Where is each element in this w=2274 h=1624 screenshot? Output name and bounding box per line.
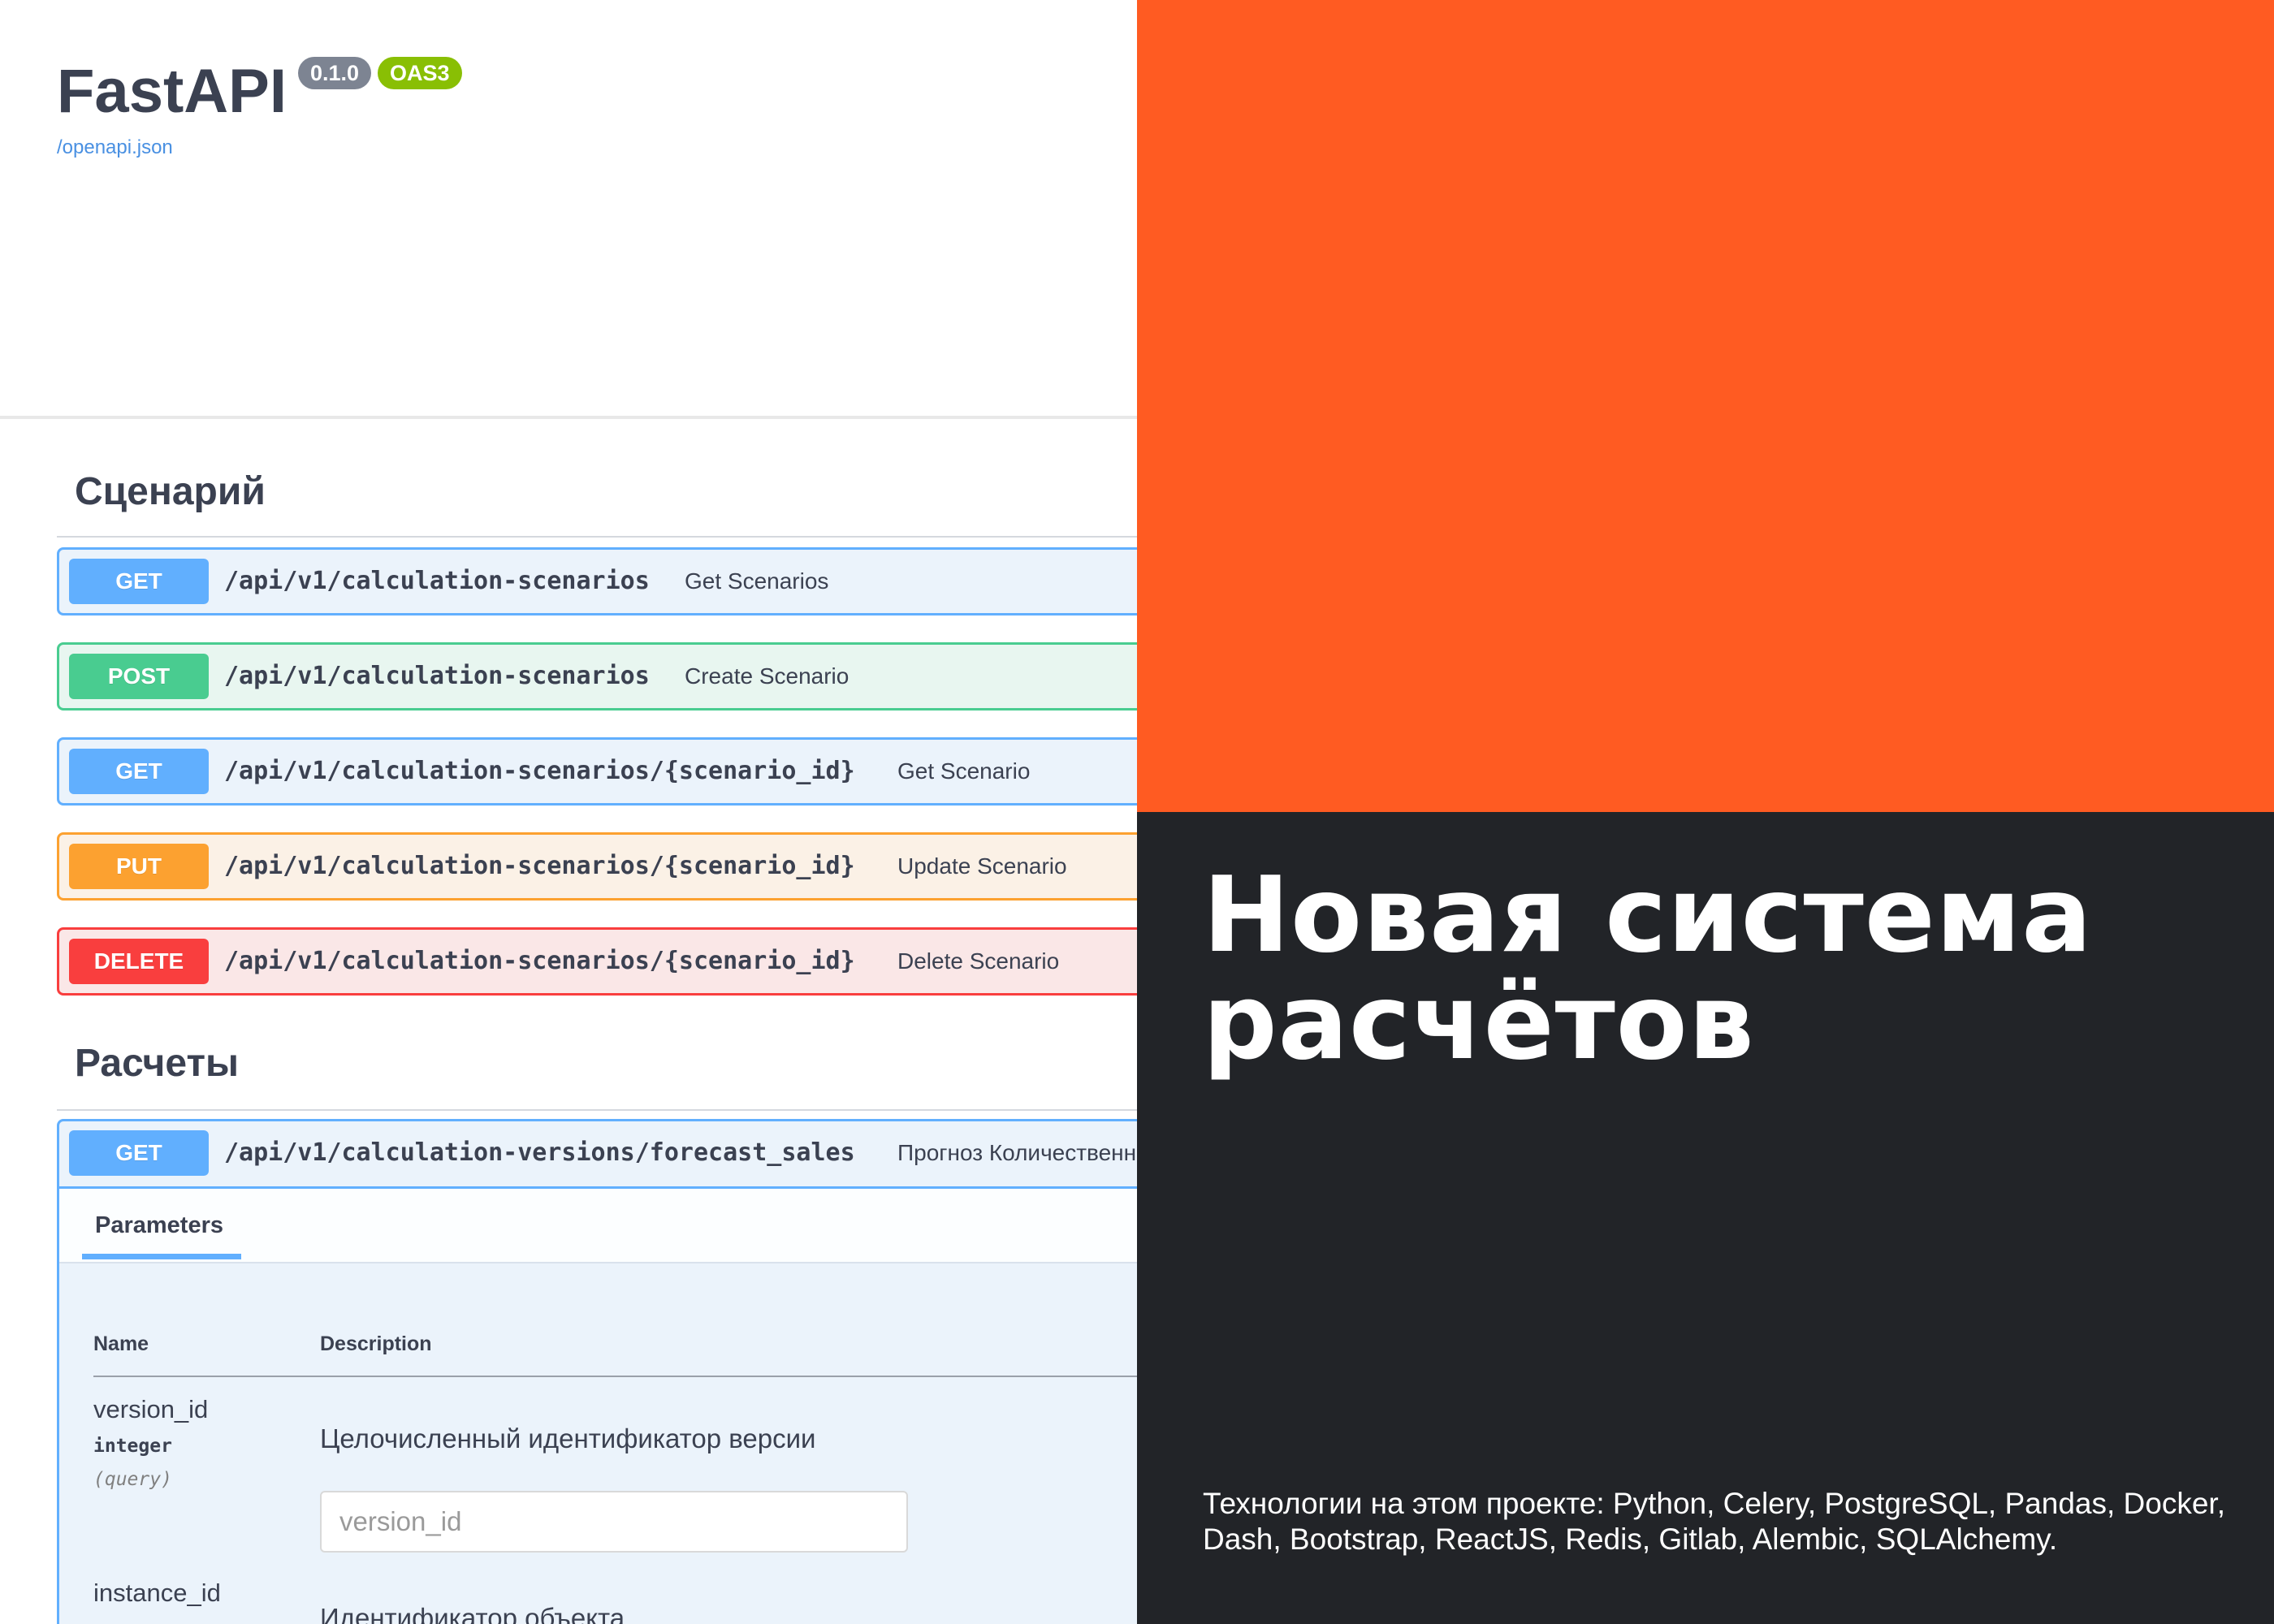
section-divider [57, 536, 1137, 538]
api-title: FastAPI [57, 57, 287, 126]
operation-delete-scenario[interactable]: DELETE /api/v1/calculation-scenarios/{sc… [57, 927, 1137, 996]
swagger-ui-panel: FastAPI 0.1.0 OAS3 /openapi.json Сценарий … [0, 0, 1137, 1624]
operation-get-scenarios[interactable]: GET /api/v1/calculation-scenarios Get Sc… [57, 547, 1137, 615]
method-badge: GET [69, 749, 209, 794]
operation-path: /api/v1/calculation-scenarios/{scenario_… [224, 852, 855, 880]
param-name: version_id [93, 1395, 209, 1423]
headline-line-1: Новая система [1203, 855, 2093, 976]
header-divider [0, 416, 1137, 419]
headline-line-2: расчётов [1203, 962, 1755, 1083]
param-description: Идентификатор объекта [320, 1603, 625, 1624]
operation-summary: Прогноз Количественне [897, 1140, 1137, 1165]
operation-path: /api/v1/calculation-scenarios/{scenario_… [224, 757, 855, 785]
version-id-input[interactable]: version_id [320, 1491, 908, 1553]
section-divider [57, 1109, 1137, 1111]
openapi-json-link[interactable]: /openapi.json [57, 136, 173, 159]
operation-forecast-sales-header[interactable]: GET /api/v1/calculation-versions/forecas… [59, 1121, 1137, 1186]
operation-summary: Get Scenarios [685, 568, 829, 594]
operation-summary: Delete Scenario [897, 948, 1060, 974]
column-header-name: Name [93, 1332, 149, 1355]
column-header-description: Description [320, 1332, 432, 1355]
operation-summary: Create Scenario [685, 663, 850, 689]
method-badge: DELETE [69, 939, 209, 984]
operation-create-scenario[interactable]: POST /api/v1/calculation-scenarios Creat… [57, 642, 1137, 710]
active-tab-indicator [82, 1254, 241, 1259]
column-header-divider [93, 1376, 1137, 1377]
param-description: Целочисленный идентификатор версии [320, 1423, 816, 1453]
tab-divider [59, 1262, 1137, 1263]
promo-panel: Новая система расчётов Технологии на это… [1137, 812, 2274, 1624]
operation-path: /api/v1/calculation-scenarios [224, 567, 650, 595]
operation-forecast-sales-expanded: GET /api/v1/calculation-versions/forecas… [57, 1119, 1137, 1624]
method-badge: PUT [69, 844, 209, 889]
orange-accent-panel [1137, 0, 2274, 812]
param-name: instance_id [93, 1579, 221, 1607]
operation-path: /api/v1/calculation-scenarios/{scenario_… [224, 947, 855, 975]
operation-summary: Update Scenario [897, 853, 1067, 879]
method-badge: GET [69, 1130, 209, 1176]
promo-headline: Новая система расчётов [1203, 862, 2259, 1077]
param-location: (query) [93, 1469, 172, 1490]
operation-path: /api/v1/calculation-scenarios [224, 662, 650, 690]
section-title-calculations[interactable]: Расчеты [75, 1041, 239, 1086]
oas-badge: OAS3 [378, 57, 462, 89]
operation-path: /api/v1/calculation-versions/forecast_sa… [224, 1138, 855, 1167]
section-title-scenario[interactable]: Сценарий [75, 469, 266, 514]
api-info-header: FastAPI 0.1.0 OAS3 [57, 57, 462, 123]
technologies-text: Технологии на этом проекте: Python, Cele… [1203, 1487, 2225, 1556]
operation-summary: Get Scenario [897, 758, 1031, 784]
param-type: integer [93, 1436, 172, 1457]
tab-parameters[interactable]: Parameters [95, 1189, 249, 1262]
method-badge: POST [69, 654, 209, 699]
operation-get-scenario[interactable]: GET /api/v1/calculation-scenarios/{scena… [57, 737, 1137, 806]
method-badge: GET [69, 559, 209, 604]
parameters-tab-bar: Parameters [59, 1189, 1137, 1262]
version-badge: 0.1.0 [297, 57, 372, 89]
operation-update-scenario[interactable]: PUT /api/v1/calculation-scenarios/{scena… [57, 832, 1137, 901]
